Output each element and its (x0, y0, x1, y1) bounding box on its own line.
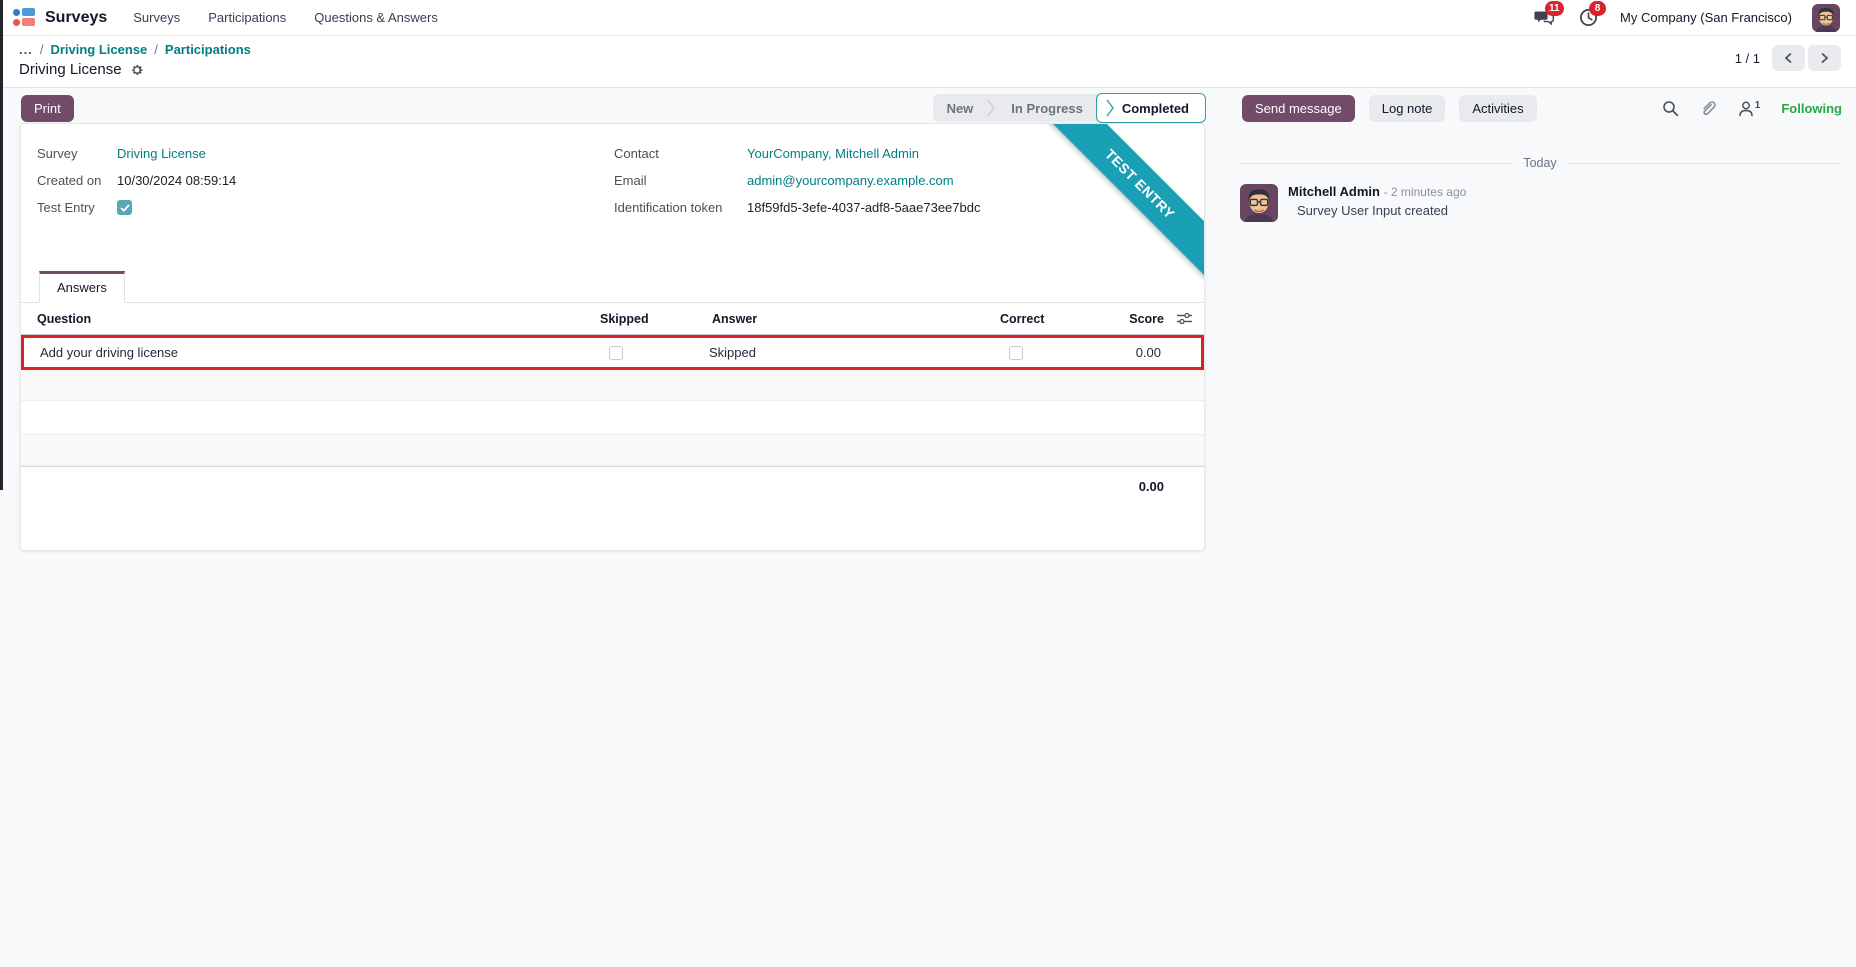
date-divider: Today (1240, 156, 1840, 170)
page-title: Driving License (19, 61, 122, 78)
gear-icon[interactable] (130, 63, 144, 77)
chatter-message: Mitchell Admin - 2 minutes ago Survey Us… (1240, 184, 1840, 222)
search-messages-button[interactable] (1662, 100, 1679, 117)
breadcrumb-separator: / (154, 42, 158, 57)
field-test-entry: Test Entry (37, 194, 614, 221)
top-navbar: Surveys Surveys Participations Questions… (0, 0, 1856, 36)
followers-button[interactable]: 1 (1738, 99, 1761, 117)
message-body: Survey User Input created (1297, 203, 1449, 218)
breadcrumb-separator: / (39, 42, 44, 57)
stage-separator-icon (987, 99, 996, 117)
field-contact: Contact YourCompany, Mitchell Admin (614, 140, 980, 167)
answer-row-highlighted[interactable]: Add your driving license Skipped 0.00 (21, 335, 1204, 370)
stage-completed-label: Completed (1121, 100, 1189, 116)
survey-link[interactable]: Driving License (117, 146, 206, 161)
notebook-tabs: Answers (21, 271, 1204, 303)
messages-badge: 11 (1545, 0, 1564, 16)
field-label: Survey (37, 146, 78, 161)
field-label: Contact (614, 146, 659, 161)
breadcrumb-zone: ... / Driving License / Participations D… (0, 36, 1856, 87)
field-label: Identification token (614, 200, 723, 215)
activities-badge: 8 (1589, 0, 1607, 16)
user-avatar[interactable] (1812, 3, 1840, 32)
breadcrumb-ellipsis[interactable]: ... (19, 42, 33, 57)
menu-participations[interactable]: Participations (208, 10, 286, 25)
message-author-avatar[interactable] (1240, 184, 1278, 222)
col-score[interactable]: Score (1064, 312, 1164, 326)
col-question[interactable]: Question (21, 312, 574, 326)
chevron-left-icon (1784, 52, 1792, 64)
log-note-button[interactable]: Log note (1368, 94, 1446, 122)
company-switcher[interactable]: My Company (San Francisco) (1620, 10, 1792, 25)
stage-new[interactable]: New (933, 94, 988, 122)
stage-arrow-icon (1106, 99, 1114, 117)
check-icon (119, 203, 130, 212)
form-sheet: TEST ENTRY Survey Driving License Create… (20, 123, 1205, 551)
pager-previous-button[interactable] (1772, 45, 1805, 71)
chevron-right-icon (1821, 52, 1829, 64)
stage-completed[interactable]: Completed (1095, 93, 1206, 123)
answers-table-header: Question Skipped Answer Correct Score (21, 303, 1204, 335)
status-bar: New In Progress Completed (932, 93, 1206, 123)
empty-row (21, 401, 1204, 435)
follower-count: 1 (1754, 99, 1761, 111)
email-link[interactable]: admin@yourcompany.example.com (747, 173, 954, 188)
search-icon (1662, 100, 1678, 116)
apps-menu-icon[interactable] (13, 8, 35, 27)
send-message-button[interactable]: Send message (1242, 94, 1355, 122)
paperclip-icon (1703, 101, 1716, 116)
menu-surveys[interactable]: Surveys (133, 10, 180, 25)
empty-row (21, 435, 1204, 466)
sliders-icon (1176, 312, 1192, 325)
field-label: Test Entry (37, 200, 95, 215)
breadcrumb-parent[interactable]: Driving License (50, 42, 147, 57)
menu-questions-answers[interactable]: Questions & Answers (314, 10, 438, 25)
col-skipped[interactable]: Skipped (574, 312, 664, 326)
activities-clock-icon[interactable]: 8 (1576, 0, 1607, 29)
breadcrumb-current[interactable]: Participations (165, 42, 251, 57)
row-score: 0.00 (1135, 345, 1161, 360)
field-label: Created on (37, 173, 102, 188)
field-identification-token: Identification token 18f59fd5-3efe-4037-… (614, 194, 980, 221)
col-answer[interactable]: Answer (664, 312, 974, 326)
answers-table-footer: 0.00 (21, 466, 1204, 494)
row-answer: Skipped (709, 345, 756, 360)
stage-in-progress[interactable]: In Progress (997, 94, 1097, 122)
skipped-checkbox[interactable] (609, 345, 623, 360)
optional-columns-button[interactable] (1164, 312, 1204, 325)
attachments-button[interactable] (1700, 99, 1717, 117)
content-area: Print New In Progress Completed Send mes… (0, 87, 1856, 967)
correct-checkbox[interactable] (1009, 345, 1023, 360)
follower-person-icon (1739, 101, 1753, 116)
row-question: Add your driving license (40, 345, 179, 360)
field-created-on: Created on 10/30/2024 08:59:14 (37, 167, 614, 194)
created-on-value: 10/30/2024 08:59:14 (117, 173, 237, 188)
print-button[interactable]: Print (21, 94, 74, 122)
tab-answers[interactable]: Answers (39, 271, 125, 303)
control-panel: Print New In Progress Completed Send mes… (0, 88, 1856, 128)
app-name[interactable]: Surveys (45, 9, 107, 27)
breadcrumb: ... / Driving License / Participations (19, 42, 1840, 57)
message-timestamp: - 2 minutes ago (1383, 185, 1467, 199)
messages-icon[interactable]: 11 (1532, 0, 1564, 29)
test-entry-checkbox[interactable] (117, 200, 132, 215)
empty-row (21, 370, 1204, 401)
pager-counter: 1 / 1 (1734, 50, 1760, 66)
window-edge (0, 0, 3, 490)
chatter-panel: Today Mitchell Admin - 2 minutes ago Sur… (1240, 156, 1840, 222)
pager-next-button[interactable] (1808, 45, 1841, 71)
total-score: 0.00 (1138, 479, 1164, 494)
activities-button[interactable]: Activities (1459, 94, 1537, 122)
field-survey: Survey Driving License (37, 140, 614, 167)
token-value: 18f59fd5-3efe-4037-adf8-5aae73ee7bdc (747, 200, 981, 215)
field-label: Email (614, 173, 647, 188)
col-correct[interactable]: Correct (974, 312, 1064, 326)
field-email: Email admin@yourcompany.example.com (614, 167, 980, 194)
following-toggle[interactable]: Following (1781, 101, 1842, 116)
main-menu: Surveys Participations Questions & Answe… (133, 10, 438, 25)
contact-link[interactable]: YourCompany, Mitchell Admin (747, 146, 919, 161)
message-author[interactable]: Mitchell Admin (1288, 184, 1380, 199)
